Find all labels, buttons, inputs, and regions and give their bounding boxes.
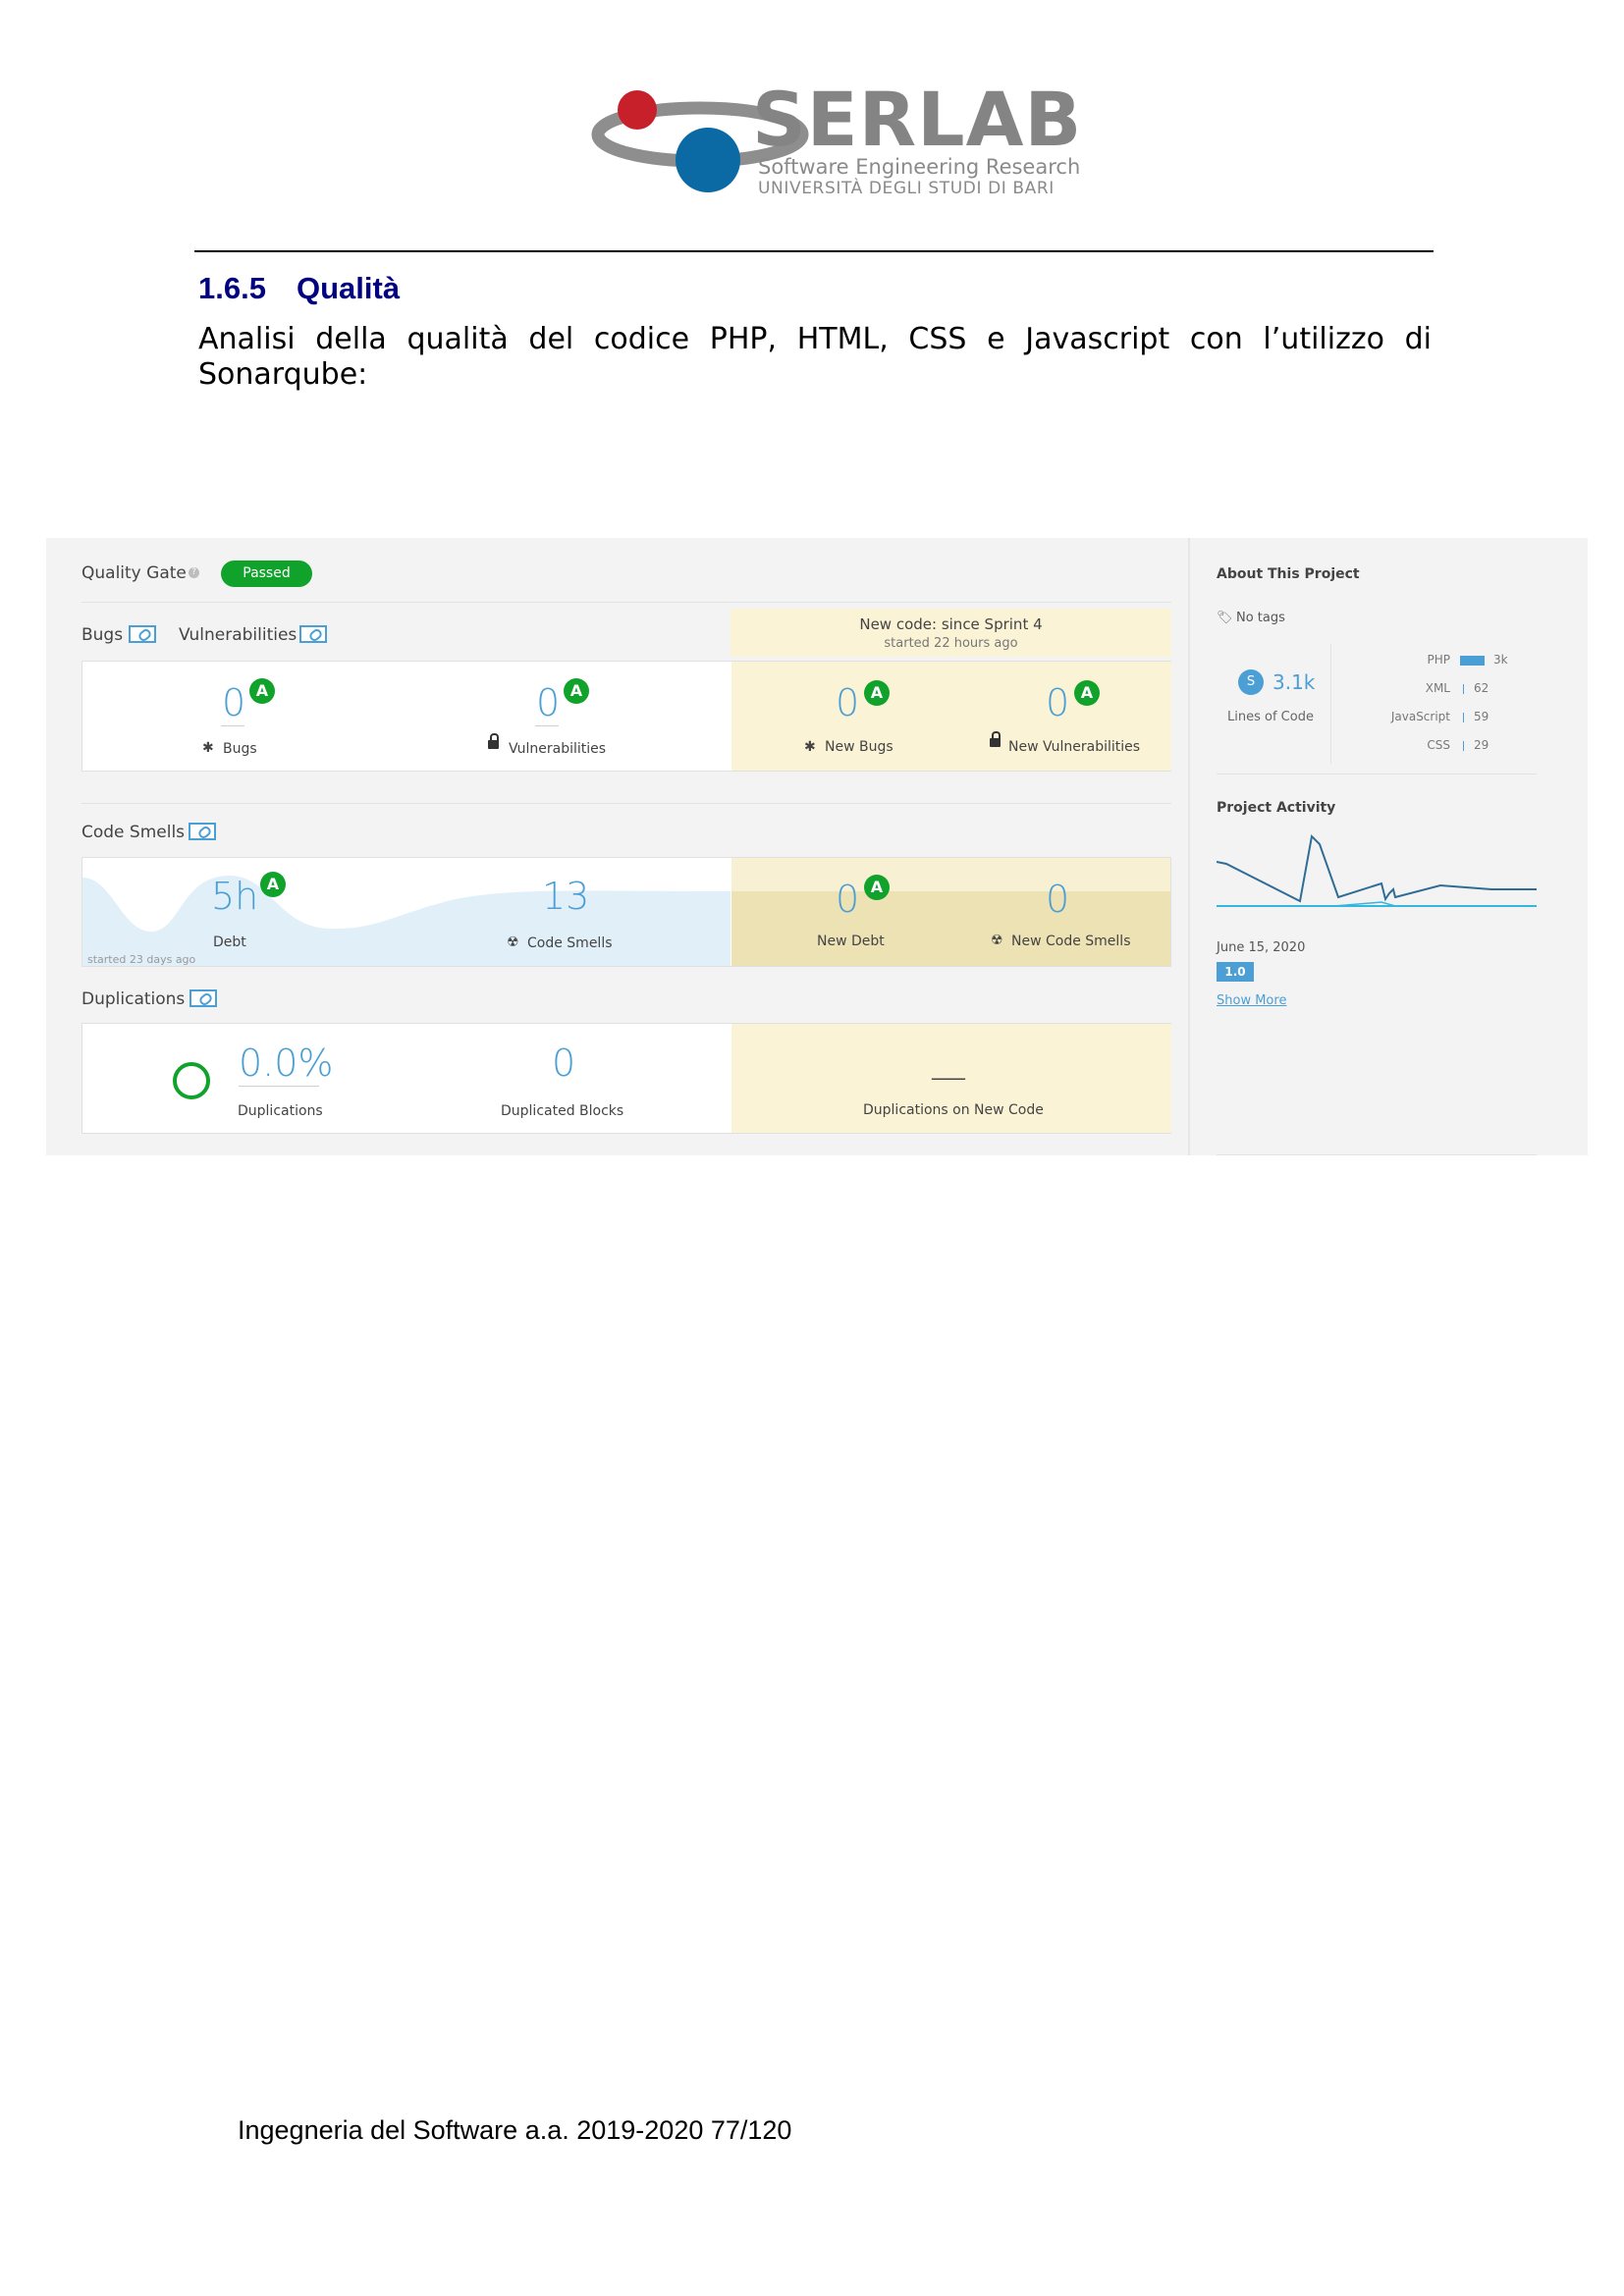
logo-wordmark: SERLAB <box>752 76 1083 163</box>
duplications-new-caption: Duplications on New Code <box>863 1102 1044 1118</box>
debt-value[interactable]: 5h <box>211 878 258 915</box>
intro-paragraph: Analisi della qualità del codice PHP, HT… <box>198 322 1432 392</box>
activity-date: June 15, 2020 <box>1217 940 1306 955</box>
project-tags[interactable]: No tags <box>1236 612 1285 624</box>
duplications-section-label: Duplications <box>81 989 186 1009</box>
new-code-started: started 22 hours ago <box>884 636 1018 651</box>
language-loc[interactable]: 59 <box>1474 711 1489 722</box>
new-debt-value[interactable]: 0 <box>836 881 859 918</box>
logo-university: UNIVERSITÀ DEGLI STUDI DI BARI <box>758 179 1055 198</box>
code-smell-icon: ☢ <box>991 933 1003 948</box>
logo-red-dot <box>618 90 657 130</box>
lines-of-code-caption: Lines of Code <box>1227 710 1314 724</box>
language-loc[interactable]: 62 <box>1474 682 1489 694</box>
language-loc[interactable]: 3k <box>1493 654 1508 666</box>
duplications-new-value: — <box>930 1055 967 1098</box>
logo-subtitle: Software Engineering Research <box>758 155 1081 179</box>
language-name: PHP <box>1427 653 1451 667</box>
tag-icon: 🏷 <box>1217 611 1233 625</box>
value-underline <box>535 725 559 726</box>
vulnerabilities-rating-badge[interactable]: A <box>564 678 589 704</box>
language-bar-php <box>1460 656 1485 666</box>
debt-caption: Debt <box>213 934 246 950</box>
bugs-drilldown-icon[interactable] <box>129 625 156 643</box>
new-code-title: New code: since Sprint 4 <box>859 615 1043 633</box>
activity-line-code-smells <box>1217 833 1537 903</box>
value-underline <box>221 725 244 726</box>
code-smells-drilldown-icon[interactable] <box>189 823 216 840</box>
code-smell-icon: ☢ <box>507 934 519 950</box>
language-name: CSS <box>1427 738 1450 752</box>
new-bugs-caption: New Bugs <box>825 739 893 755</box>
duplications-value[interactable]: 0.0% <box>239 1044 334 1082</box>
duplications-caption: Duplications <box>238 1103 323 1119</box>
bug-icon: ✱ <box>202 740 214 756</box>
new-bugs-rating-badge[interactable]: A <box>864 680 890 706</box>
language-bar-javascript <box>1463 713 1464 722</box>
bugs-rating-badge[interactable]: A <box>249 678 275 704</box>
bugs-caption: Bugs <box>223 741 257 757</box>
lines-of-code-value[interactable]: 3.1k <box>1272 672 1315 692</box>
started-ago: started 23 days ago <box>87 953 196 966</box>
about-project-title: About This Project <box>1217 566 1360 582</box>
logo-blue-dot <box>676 128 740 192</box>
duplications-drilldown-icon[interactable] <box>189 989 217 1007</box>
new-code-smells-caption: New Code Smells <box>1011 934 1131 949</box>
header-rule <box>194 250 1434 252</box>
language-bar-xml <box>1463 684 1464 694</box>
vulnerabilities-section-label: Vulnerabilities <box>179 625 298 645</box>
page-footer: Ingegneria del Software a.a. 2019-2020 7… <box>238 2115 792 2145</box>
sidebar-divider <box>1188 538 1190 1155</box>
new-bugs-value[interactable]: 0 <box>836 684 859 721</box>
divider <box>1330 644 1331 764</box>
value-underline <box>239 1086 319 1087</box>
code-smells-section-label: Code Smells <box>81 823 186 842</box>
bugs-section-label: Bugs <box>81 625 124 645</box>
bugs-value[interactable]: 0 <box>222 684 245 721</box>
lock-shackle <box>490 733 499 742</box>
new-debt-trend-area <box>731 891 1170 966</box>
project-activity-title: Project Activity <box>1217 800 1336 816</box>
version-badge: 1.0 <box>1217 962 1254 982</box>
vulnerabilities-caption: Vulnerabilities <box>509 741 607 757</box>
divider <box>81 602 1171 603</box>
new-vulnerabilities-value[interactable]: 0 <box>1046 684 1069 721</box>
project-activity-graph[interactable] <box>1217 832 1537 921</box>
vulnerabilities-value[interactable]: 0 <box>536 684 560 721</box>
new-debt-caption: New Debt <box>817 934 885 949</box>
language-name: XML <box>1425 681 1450 695</box>
code-smells-value[interactable]: 13 <box>542 878 589 915</box>
new-maintainability-rating-badge[interactable]: A <box>864 875 890 900</box>
section-heading: 1.6.5 Qualità <box>198 271 400 306</box>
vulnerabilities-drilldown-icon[interactable] <box>299 625 327 643</box>
language-name: JavaScript <box>1390 710 1450 723</box>
sonarqube-screenshot: Quality Gate ? Passed Bugs Vulnerabiliti… <box>46 538 1588 1155</box>
section-number: 1.6.5 <box>198 271 266 305</box>
size-rating-badge: S <box>1238 669 1264 695</box>
quality-gate-label: Quality Gate <box>81 563 187 583</box>
help-icon[interactable]: ? <box>189 567 199 578</box>
maintainability-rating-badge[interactable]: A <box>260 872 286 897</box>
code-smells-caption: Code Smells <box>527 935 613 951</box>
section-title: Qualità <box>297 271 401 305</box>
new-vulnerabilities-rating-badge[interactable]: A <box>1074 680 1100 706</box>
divider <box>1217 1154 1537 1155</box>
quality-gate-status-badge: Passed <box>221 561 312 587</box>
duplicated-blocks-caption: Duplicated Blocks <box>501 1103 624 1119</box>
new-vulnerabilities-caption: New Vulnerabilities <box>1008 739 1141 755</box>
new-code-smells-value[interactable]: 0 <box>1046 881 1069 918</box>
new-code-header: New code: since Sprint 4 started 22 hour… <box>731 609 1171 657</box>
divider <box>81 803 1171 804</box>
duplicated-blocks-value[interactable]: 0 <box>552 1044 575 1082</box>
language-loc[interactable]: 29 <box>1474 739 1489 751</box>
show-more-link[interactable]: Show More <box>1217 994 1286 1007</box>
lock-shackle <box>992 731 1001 740</box>
bug-icon: ✱ <box>804 739 816 755</box>
duplications-indicator-icon <box>173 1062 210 1099</box>
language-bar-css <box>1463 741 1464 751</box>
